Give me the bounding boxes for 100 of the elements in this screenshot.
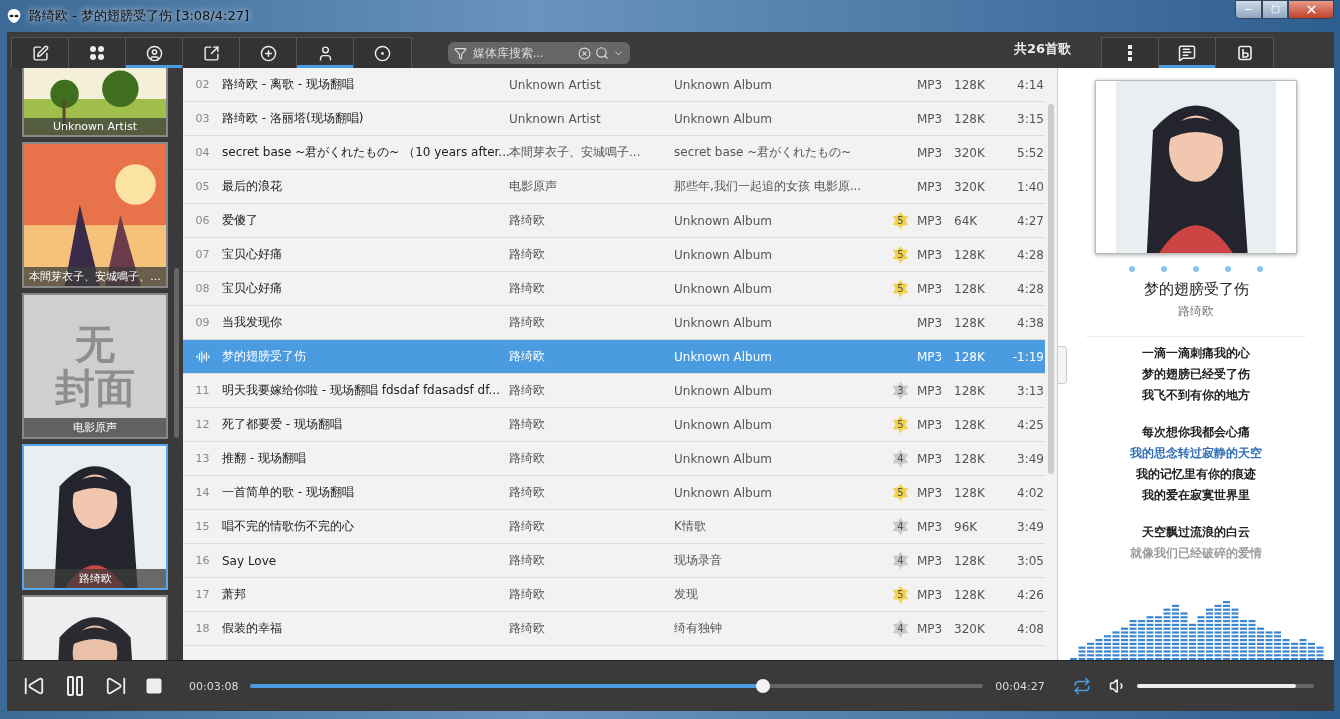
toolbar-tab[interactable] bbox=[183, 38, 240, 68]
song-row[interactable]: 17 萧邦 路绮欧 发现 5 MP3 128K 4:26 bbox=[183, 578, 1045, 612]
elapsed-time: 00:03:08 bbox=[189, 679, 239, 693]
album-tile[interactable]: 路绮欧 bbox=[22, 444, 168, 590]
bitrate: 320K bbox=[954, 179, 986, 194]
next-button[interactable] bbox=[105, 675, 127, 697]
bitrate: 96K bbox=[954, 519, 979, 534]
album-name: Unknown Album bbox=[674, 315, 773, 330]
song-title: 路绮欧 - 离歌 - 现场翻唱 bbox=[222, 76, 355, 93]
star-rating: 5 bbox=[891, 245, 910, 264]
song-row[interactable]: 16 Say Love 路绮欧 现场录音 4 MP3 128K 3:05 bbox=[183, 544, 1045, 578]
lyric-line: 每次想你我都会心痛 bbox=[1142, 424, 1250, 441]
artist-name: Unknown Artist bbox=[509, 77, 602, 92]
album-name: Unknown Album bbox=[674, 349, 773, 364]
star-rating: 4 bbox=[891, 517, 910, 536]
artist-name: 路绮欧 bbox=[509, 450, 546, 467]
bitrate: 128K bbox=[954, 485, 986, 500]
clear-icon bbox=[578, 46, 591, 60]
track-number: 06 bbox=[195, 214, 210, 227]
song-title: 唱不完的情歌伤不完的心 bbox=[222, 518, 355, 535]
alien-logo-icon bbox=[7, 8, 21, 24]
previous-button[interactable] bbox=[23, 675, 45, 697]
song-title: 明天我要嫁给你啦 - 现场翻唱 fdsdaf fdasadsf df... bbox=[222, 382, 501, 399]
artist-name: 路绮欧 bbox=[509, 314, 546, 331]
no-cover-text: 无 bbox=[75, 322, 115, 366]
song-row[interactable]: 15 唱不完的情歌伤不完的心 路绮欧 K情歌 4 MP3 96K 3:49 bbox=[183, 510, 1045, 544]
track-number: 17 bbox=[195, 588, 210, 601]
bitrate: 128K bbox=[954, 247, 986, 262]
song-row[interactable]: 03 路绮欧 - 洛丽塔(现场翻唱) Unknown Artist Unknown Album MP3 128K 3:15 bbox=[183, 102, 1045, 136]
duration: 3:05 bbox=[1017, 553, 1044, 568]
repeat-button[interactable] bbox=[1072, 677, 1091, 695]
artist-name: Unknown Artist bbox=[509, 111, 602, 126]
duration: 1:40 bbox=[1017, 179, 1044, 194]
bitrate: 320K bbox=[954, 145, 986, 160]
artist-name: 电影原声 bbox=[509, 178, 558, 195]
stop-button[interactable] bbox=[145, 677, 163, 695]
artist-name: 路绮欧 bbox=[509, 348, 546, 365]
bitrate: 128K bbox=[954, 77, 986, 92]
song-row[interactable]: 04 secret base ~君がくれたもの~ （10 years after...本間芽衣子、安城鳴子... secret base ~君がくれたもの~ MP3 320K 5:52 bbox=[183, 136, 1045, 170]
toolbar-tab[interactable] bbox=[12, 38, 69, 68]
track-number: 03 bbox=[195, 112, 210, 125]
scrollbar-thumb[interactable] bbox=[1048, 104, 1054, 474]
share-icon bbox=[202, 44, 220, 62]
song-row[interactable]: 05 最后的浪花 电影原声 那些年,我们一起追的女孩 电影原... MP3 320K 1:40 bbox=[183, 170, 1045, 204]
song-row[interactable]: 07 宝贝心好痛 路绮欧 Unknown Album 5 MP3 128K 4:28 bbox=[183, 238, 1045, 272]
toolbar-tab[interactable] bbox=[240, 38, 297, 68]
album-tile[interactable]: Unknown Artist bbox=[22, 68, 168, 137]
panel-tab[interactable] bbox=[1216, 38, 1273, 68]
toolbar-tab[interactable] bbox=[354, 38, 411, 68]
panel-tab[interactable] bbox=[1159, 38, 1216, 68]
file-format: MP3 bbox=[917, 349, 944, 364]
toolbar-tab[interactable] bbox=[126, 38, 183, 68]
toolbar-tab[interactable] bbox=[69, 38, 126, 68]
song-row[interactable]: 13 推翻 - 现场翻唱 路绮欧 Unknown Album 4 MP3 128K 3:49 bbox=[183, 442, 1045, 476]
song-row[interactable]: 14 一首简单的歌 - 现场翻唱 路绮欧 Unknown Album 5 MP3 128K 4:02 bbox=[183, 476, 1045, 510]
album-name: 那些年,我们一起追的女孩 电影原... bbox=[674, 178, 863, 195]
album-tile[interactable]: 无 封面 电影原声 bbox=[22, 293, 168, 439]
duration: 4:26 bbox=[1017, 587, 1044, 602]
duration: -1:19 bbox=[1012, 349, 1044, 364]
album-tile[interactable]: 本間芽衣子、安城鳴子、... bbox=[22, 142, 168, 288]
search-field[interactable]: 媒体库搜索... bbox=[448, 42, 630, 64]
file-format: MP3 bbox=[917, 485, 944, 500]
duration: 4:02 bbox=[1017, 485, 1044, 500]
plus-icon bbox=[259, 44, 277, 62]
star-rating: 5 bbox=[891, 415, 910, 434]
track-number: 12 bbox=[195, 418, 210, 431]
duration: 3:15 bbox=[1017, 111, 1044, 126]
song-row[interactable]: 08 宝贝心好痛 路绮欧 Unknown Album 5 MP3 128K 4:28 bbox=[183, 272, 1045, 306]
song-title: 萧邦 bbox=[222, 586, 247, 603]
minimize-button[interactable] bbox=[1235, 0, 1262, 19]
song-row[interactable]: 12 死了都要爱 - 现场翻唱 路绮欧 Unknown Album 5 MP3 128K 4:25 bbox=[183, 408, 1045, 442]
total-time: 00:04:27 bbox=[995, 679, 1045, 693]
search-input[interactable]: 媒体库搜索... bbox=[471, 45, 574, 61]
toolbar-tab[interactable] bbox=[297, 38, 354, 68]
progress-slider[interactable] bbox=[250, 679, 984, 693]
close-button[interactable] bbox=[1288, 0, 1334, 19]
progress-thumb[interactable] bbox=[756, 679, 771, 693]
duration: 4:27 bbox=[1017, 213, 1044, 228]
duration: 4:08 bbox=[1017, 621, 1044, 636]
song-title: secret base ~君がくれたもの~ （10 years after... bbox=[222, 144, 509, 161]
artist-name: 路绮欧 bbox=[509, 620, 546, 637]
song-title: 假装的幸福 bbox=[222, 620, 283, 637]
song-row[interactable]: 02 路绮欧 - 离歌 - 现场翻唱 Unknown Artist Unknown Album MP3 128K 4:14 bbox=[183, 68, 1045, 102]
song-row[interactable]: 18 假装的幸福 路绮欧 绮有独钟 4 MP3 320K 4:08 bbox=[183, 612, 1045, 646]
song-row[interactable]: 11 明天我要嫁给你啦 - 现场翻唱 fdsdaf fdasadsf df... 路绮欧 Unknown Album 3 MP3 128K 3:13 bbox=[183, 374, 1045, 408]
scrollbar-thumb[interactable] bbox=[174, 268, 179, 438]
lyric-line: 我的爱在寂寞世界里 bbox=[1142, 487, 1250, 504]
panel-tab[interactable] bbox=[1102, 38, 1159, 68]
maximize-button[interactable] bbox=[1262, 0, 1288, 19]
lyric-line: 一滴一滴刺痛我的心 bbox=[1142, 345, 1250, 362]
album-name: Unknown Album bbox=[674, 111, 773, 126]
track-number: 05 bbox=[195, 180, 210, 193]
song-row[interactable]: 06 爱傻了 路绮欧 Unknown Album 5 MP3 64K 4:27 bbox=[183, 204, 1045, 238]
duration: 3:49 bbox=[1017, 519, 1044, 534]
song-count: 共26首歌 bbox=[1013, 40, 1071, 58]
file-format: MP3 bbox=[917, 417, 944, 432]
star-rating: 4 bbox=[891, 551, 910, 570]
file-format: MP3 bbox=[917, 451, 944, 466]
panel-resize-handle[interactable] bbox=[1058, 346, 1067, 384]
star-rating: 5 bbox=[891, 585, 910, 604]
